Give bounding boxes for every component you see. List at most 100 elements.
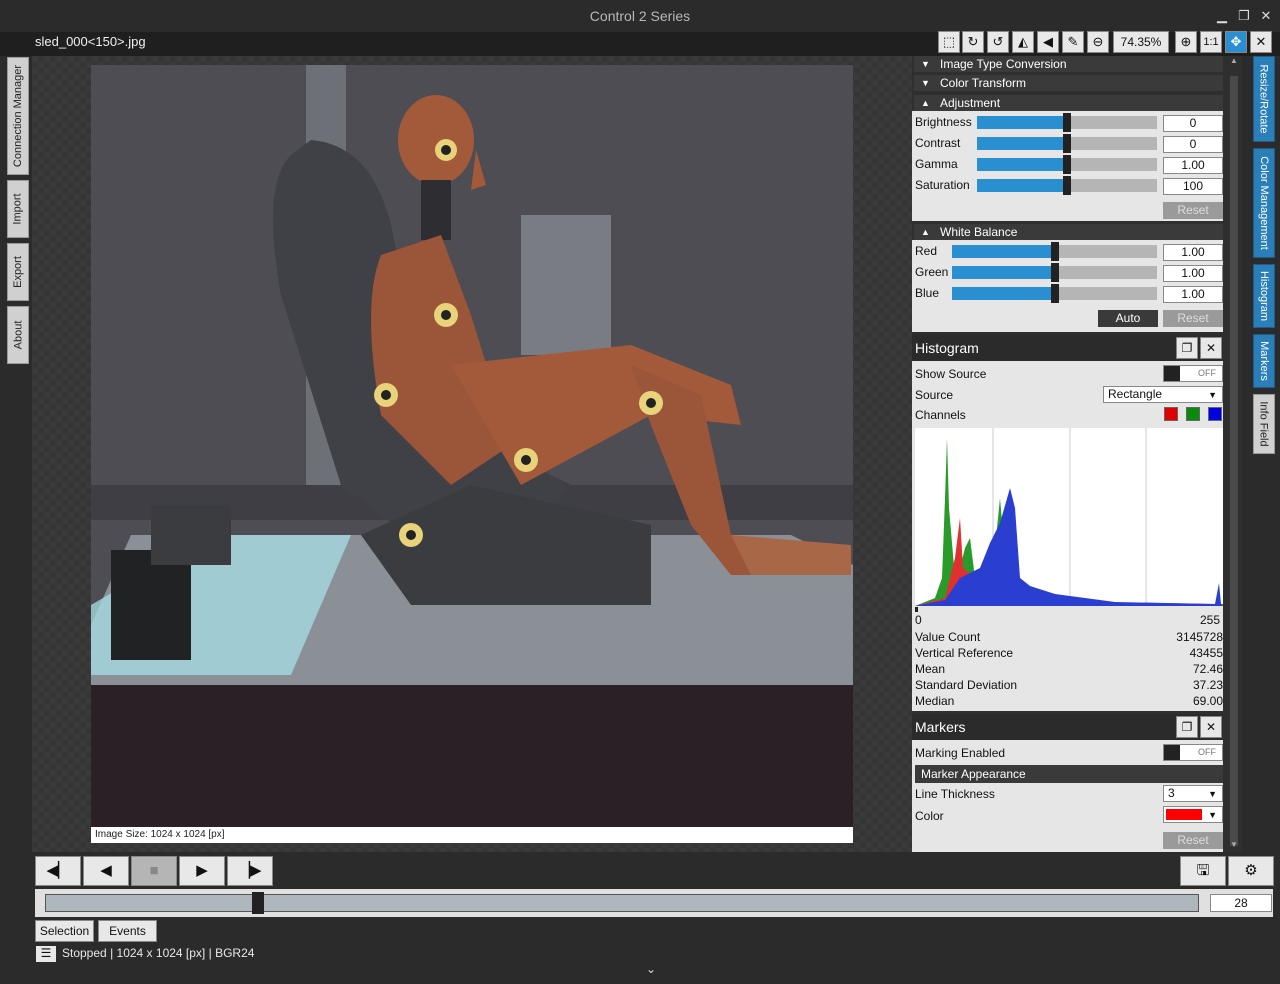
- adjustment-slider[interactable]: [977, 155, 1157, 174]
- actual-size-icon[interactable]: 1:1: [1200, 31, 1222, 53]
- histogram-axis-max: 255: [1200, 613, 1221, 627]
- tab-histogram[interactable]: Histogram: [1253, 264, 1275, 328]
- slider-thumb[interactable]: [1063, 176, 1071, 195]
- histogram-stat-row: Median 69.00: [915, 694, 1223, 710]
- eyedropper-icon[interactable]: ✎: [1062, 31, 1084, 53]
- undock-icon[interactable]: ❐: [1176, 716, 1198, 738]
- move-icon[interactable]: ✥: [1225, 31, 1247, 53]
- tab-connection-manager[interactable]: Connection Manager: [7, 57, 29, 175]
- zoom-level[interactable]: 74.35%: [1113, 31, 1169, 53]
- chevron-up-icon: ▲: [921, 98, 930, 108]
- white-balance-label: Green: [915, 265, 949, 279]
- tab-resize-rotate[interactable]: Resize/Rotate: [1253, 56, 1275, 142]
- tab-info-field[interactable]: Info Field: [1253, 394, 1275, 454]
- white-balance-reset-button[interactable]: Reset: [1163, 310, 1223, 327]
- slider-thumb[interactable]: [1050, 263, 1059, 282]
- zoom-out-icon[interactable]: ⊖: [1087, 31, 1109, 53]
- show-source-label: Show Source: [915, 367, 987, 381]
- slider-thumb[interactable]: [1050, 284, 1059, 303]
- histogram-chart: [915, 428, 1223, 606]
- section-image-type-conversion[interactable]: ▼ Image Type Conversion: [914, 56, 1223, 72]
- displayed-image[interactable]: [91, 65, 853, 827]
- first-frame-icon[interactable]: ◀▏: [35, 856, 81, 886]
- tab-import[interactable]: Import: [7, 180, 29, 238]
- status-state: Stopped: [62, 946, 107, 960]
- rotate-cw-icon[interactable]: ↻: [962, 31, 984, 53]
- close-icon[interactable]: ✕: [1258, 8, 1274, 24]
- last-frame-icon[interactable]: ▕▶: [227, 856, 273, 886]
- tab-export[interactable]: Export: [7, 243, 29, 301]
- flip-horizontal-icon[interactable]: ◭: [1012, 31, 1034, 53]
- tab-selection[interactable]: Selection: [35, 920, 94, 942]
- stat-label: Mean: [915, 662, 946, 676]
- panel-scrollbar[interactable]: ▲ ▼: [1228, 56, 1242, 852]
- slider-thumb[interactable]: [1063, 134, 1071, 153]
- slider-fill: [952, 287, 1055, 300]
- minimize-icon[interactable]: ▁: [1214, 8, 1230, 24]
- white-balance-slider[interactable]: [952, 284, 1157, 303]
- close-icon[interactable]: ✕: [1200, 337, 1222, 359]
- zoom-in-icon[interactable]: ⊕: [1175, 31, 1197, 53]
- section-color-transform[interactable]: ▼ Color Transform: [914, 75, 1223, 91]
- tab-about[interactable]: About: [7, 306, 29, 364]
- channel-green-checkbox[interactable]: [1186, 407, 1200, 421]
- source-label: Source: [915, 388, 954, 402]
- markers-reset-button[interactable]: Reset: [1163, 832, 1223, 849]
- show-source-toggle[interactable]: OFF: [1163, 365, 1223, 382]
- white-balance-slider[interactable]: [952, 242, 1157, 261]
- flip-vertical-icon[interactable]: ◀: [1037, 31, 1059, 53]
- line-thickness-select[interactable]: 3 ▼: [1163, 785, 1223, 802]
- adjustment-value[interactable]: 1.00: [1163, 157, 1223, 174]
- line-thickness-label: Line Thickness: [915, 787, 995, 801]
- stat-value: 3145728: [1176, 630, 1223, 644]
- adjustment-slider[interactable]: [977, 113, 1157, 132]
- timeline-thumb[interactable]: [252, 892, 265, 914]
- save-icon[interactable]: 🖫: [1180, 856, 1226, 886]
- frame-number-field[interactable]: 28: [1210, 894, 1272, 912]
- tab-color-management[interactable]: Color Management: [1253, 148, 1275, 258]
- menu-icon[interactable]: ☰: [36, 946, 56, 962]
- scroll-down-icon[interactable]: ▼: [1230, 840, 1238, 849]
- adjustment-reset-button[interactable]: Reset: [1163, 202, 1223, 219]
- adjustment-value[interactable]: 0: [1163, 115, 1223, 132]
- image-size-label: Image Size: 1024 x 1024 [px]: [91, 827, 853, 843]
- adjustment-value[interactable]: 100: [1163, 178, 1223, 195]
- channel-red-checkbox[interactable]: [1164, 407, 1178, 421]
- marking-enabled-toggle[interactable]: OFF: [1163, 744, 1223, 761]
- white-balance-auto-button[interactable]: Auto: [1098, 310, 1158, 327]
- close-view-icon[interactable]: ✕: [1250, 31, 1272, 53]
- white-balance-value[interactable]: 1.00: [1163, 244, 1223, 261]
- white-balance-value[interactable]: 1.00: [1163, 265, 1223, 282]
- close-icon[interactable]: ✕: [1200, 716, 1222, 738]
- source-select[interactable]: Rectangle ▼: [1103, 386, 1223, 403]
- slider-thumb[interactable]: [1063, 155, 1071, 174]
- rotate-ccw-icon[interactable]: ↺: [987, 31, 1009, 53]
- slider-thumb[interactable]: [1050, 242, 1059, 261]
- histogram-axis-min: 0: [915, 613, 922, 627]
- selection-icon[interactable]: ⬚: [938, 31, 960, 53]
- scroll-up-icon[interactable]: ▲: [1230, 56, 1238, 65]
- tab-markers[interactable]: Markers: [1253, 334, 1275, 388]
- channel-blue-checkbox[interactable]: [1208, 407, 1222, 421]
- timeline-slider[interactable]: [45, 892, 1199, 914]
- slider-thumb[interactable]: [1063, 113, 1071, 132]
- previous-icon[interactable]: ◀: [83, 856, 129, 886]
- adjustment-value[interactable]: 0: [1163, 136, 1223, 153]
- adjustment-slider[interactable]: [977, 134, 1157, 153]
- section-adjustment[interactable]: ▲ Adjustment: [914, 95, 1223, 111]
- status-bar: Stopped | 1024 x 1024 [px] | BGR24: [62, 946, 255, 960]
- chevron-down-icon[interactable]: ⌄: [646, 962, 656, 976]
- adjustment-slider[interactable]: [977, 176, 1157, 195]
- tab-events[interactable]: Events: [98, 920, 157, 942]
- play-icon[interactable]: ▶: [179, 856, 225, 886]
- gear-icon[interactable]: ⚙: [1228, 856, 1274, 886]
- marker-color-select[interactable]: ▼: [1163, 806, 1223, 823]
- section-white-balance[interactable]: ▲ White Balance: [914, 224, 1223, 240]
- stop-icon[interactable]: ■: [131, 856, 177, 886]
- histogram-stat-row: Mean 72.46: [915, 662, 1223, 678]
- white-balance-slider[interactable]: [952, 263, 1157, 282]
- white-balance-value[interactable]: 1.00: [1163, 286, 1223, 303]
- undock-icon[interactable]: ❐: [1176, 337, 1198, 359]
- slider-fill: [977, 137, 1067, 150]
- restore-icon[interactable]: ❐: [1236, 8, 1252, 24]
